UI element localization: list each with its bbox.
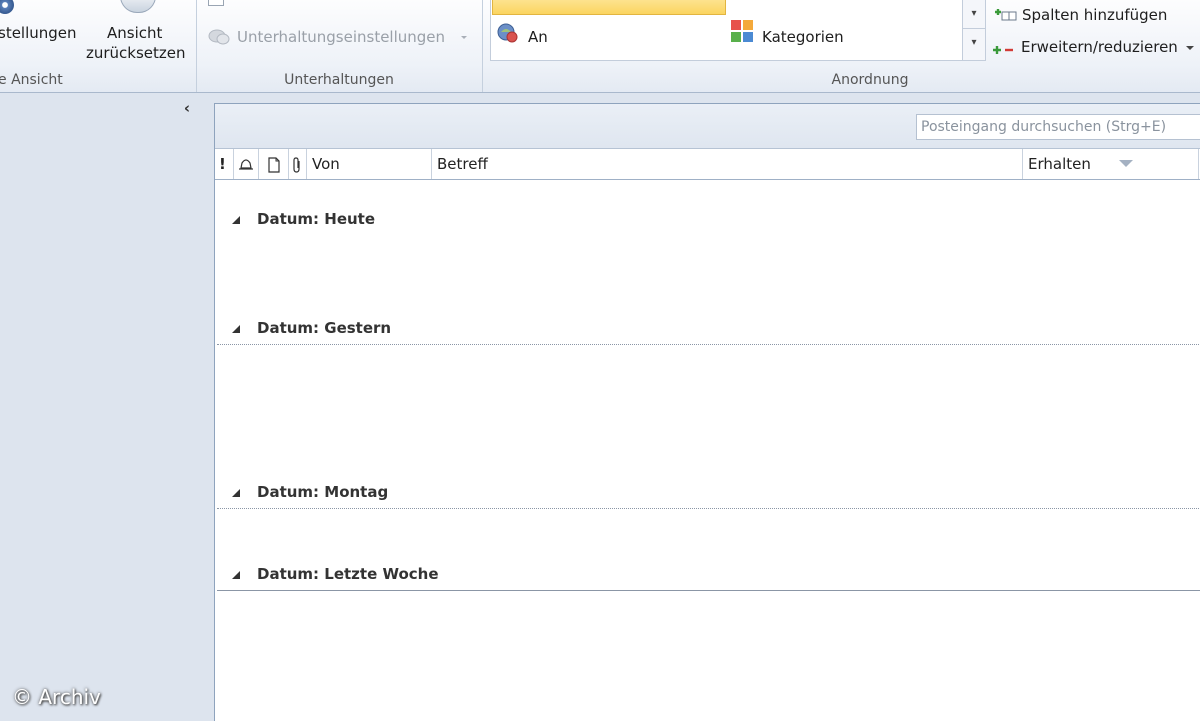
expand-collapse-icon [992,41,1016,57]
view-settings-gear-icon [0,0,14,14]
gallery-scroll-down-button[interactable]: ▾ [963,0,985,29]
watermark: © Archiv [12,685,101,709]
group-label-conversations: Unterhaltungen [284,72,394,88]
collapse-triangle-icon [232,325,240,333]
column-header: ! Von Betreff Erhalten [215,149,1200,180]
column-from[interactable]: Von [307,149,432,179]
column-received[interactable]: Erhalten [1023,149,1199,179]
navigation-pane: ‹ © Archiv [0,93,214,720]
group-header[interactable]: Datum: Heute [215,208,1200,232]
to-icon [497,23,519,43]
group-divider [217,344,1200,345]
group-header-label: Datum: Gestern [257,319,392,337]
expand-collapse-dropdown-icon [1186,46,1194,50]
group-current-view: stellungen Ansicht zurücksetzen e Ansich… [0,0,197,92]
conversation-settings-icon [208,28,230,46]
mail-list-pane: ! Von Betreff Erhalten Datum: Heu [214,103,1200,721]
expand-collapse-button[interactable]: Erweitern/reduzieren [1021,38,1178,56]
arrange-by-categories-button[interactable]: Kategorien [762,28,844,46]
arrangement-date-selected[interactable] [492,0,726,15]
collapse-pane-chevron-left-icon[interactable]: ‹ [178,99,196,117]
group-header-label: Datum: Letzte Woche [257,565,439,583]
group-header[interactable]: Datum: Gestern [215,317,1200,341]
categories-icon [731,20,753,42]
collapse-triangle-icon [232,571,240,579]
column-received-label: Erhalten [1028,155,1091,173]
view-settings-button[interactable]: stellungen [0,24,77,42]
search-bar [215,104,1200,149]
group-divider [217,508,1200,509]
group-conversations: Unterhaltungseinstellungen Unterhaltunge… [196,0,483,92]
conversation-settings-dropdown-icon [461,36,467,39]
add-columns-icon [994,7,1018,23]
show-as-conversations-checkbox[interactable] [208,0,224,6]
sort-descending-icon [1119,160,1133,167]
gallery-scroll: ▾ ▾ [962,0,986,61]
column-importance[interactable]: ! [219,149,234,179]
reset-view-button-line2[interactable]: zurücksetzen [86,44,186,62]
conversation-settings-button[interactable]: Unterhaltungseinstellungen [237,28,445,46]
group-header-label: Datum: Montag [257,483,389,501]
group-header[interactable]: Datum: Letzte Woche [215,563,1200,587]
column-icon[interactable] [259,149,289,179]
reset-view-button-line1[interactable]: Ansicht [107,24,162,42]
gallery-more-button[interactable]: ▾ [963,29,985,57]
column-subject[interactable]: Betreff [432,149,1023,179]
add-columns-button[interactable]: Spalten hinzufügen [1022,6,1167,24]
arrange-by-to-button[interactable]: An [528,28,548,46]
column-attachment[interactable] [289,149,307,179]
group-label-current-view: e Ansicht [0,72,63,88]
collapse-triangle-icon [232,216,240,224]
ribbon: stellungen Ansicht zurücksetzen e Ansich… [0,0,1200,93]
bell-icon [239,159,253,170]
document-icon [268,157,280,173]
group-header-label: Datum: Heute [257,210,376,228]
group-label-arrangement: Anordnung [831,72,909,88]
column-reminder[interactable] [234,149,259,179]
group-divider [217,590,1200,591]
search-input[interactable] [916,114,1200,140]
reset-view-icon [120,0,156,13]
group-header[interactable]: Datum: Montag [215,481,1200,505]
paperclip-icon [293,157,300,173]
collapse-triangle-icon [232,489,240,497]
